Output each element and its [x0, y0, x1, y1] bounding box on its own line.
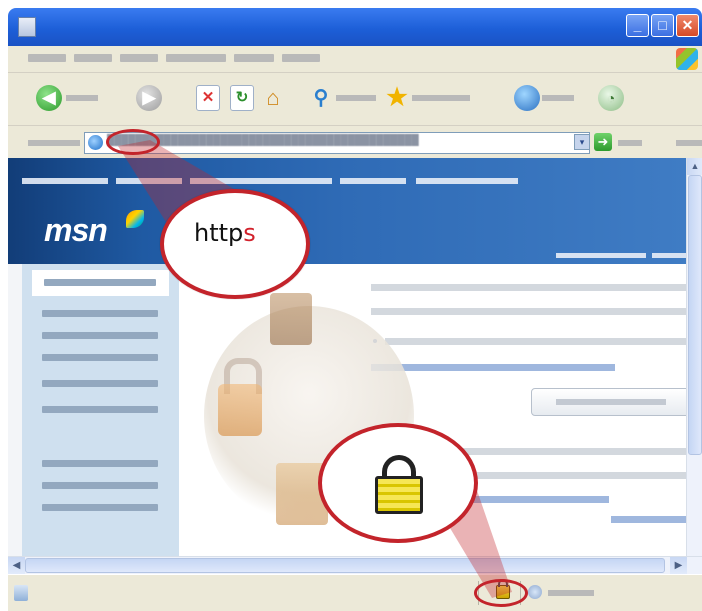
- browser-app-icon: [18, 17, 36, 37]
- top-nav-link[interactable]: [190, 178, 332, 184]
- vertical-scrollbar[interactable]: ▲: [686, 158, 702, 556]
- content-text-line: [385, 338, 686, 345]
- menu-bar: [8, 46, 702, 73]
- status-lock-highlight: [474, 579, 528, 607]
- top-nav-link[interactable]: [22, 178, 108, 184]
- left-nav-selected-item[interactable]: [32, 270, 169, 296]
- https-callout: https: [160, 189, 310, 299]
- scroll-up-icon[interactable]: ▲: [687, 158, 702, 175]
- content-link[interactable]: [611, 516, 686, 523]
- stop-icon[interactable]: ✕: [196, 85, 220, 111]
- horizontal-scroll-thumb[interactable]: [25, 558, 665, 573]
- internet-zone-icon: [528, 585, 542, 599]
- address-https-highlight: [106, 129, 160, 155]
- padlock-icon: [375, 476, 423, 514]
- history-icon[interactable]: ◔: [598, 85, 624, 111]
- msn-logo[interactable]: msn: [44, 212, 108, 249]
- scroll-right-icon[interactable]: ▶: [670, 557, 687, 574]
- https-s-highlight: s: [243, 219, 256, 247]
- left-nav-item[interactable]: [42, 332, 158, 339]
- globe-icon[interactable]: [514, 85, 540, 111]
- header-link[interactable]: [652, 253, 686, 258]
- msn-butterfly-icon: [126, 210, 144, 228]
- page-favicon-icon: [88, 135, 103, 150]
- content-link[interactable]: [371, 364, 615, 371]
- internet-zone-label: [548, 590, 594, 596]
- media-label: [542, 95, 574, 101]
- address-dropdown-button[interactable]: ▾: [574, 134, 590, 150]
- back-arrow-icon[interactable]: ◀: [36, 85, 62, 111]
- left-nav-item[interactable]: [42, 460, 158, 467]
- left-nav-item[interactable]: [42, 504, 158, 511]
- left-nav-label: [44, 279, 156, 286]
- top-nav-link[interactable]: [340, 178, 406, 184]
- menu-item-tools[interactable]: [234, 54, 274, 62]
- menu-item-help[interactable]: [282, 54, 320, 62]
- content-action-button-label: [556, 399, 666, 405]
- home-icon[interactable]: ⌂: [260, 85, 286, 111]
- go-arrow-icon[interactable]: ➜: [594, 133, 612, 151]
- status-bar: [8, 574, 702, 611]
- star-icon[interactable]: ★: [384, 85, 410, 111]
- links-label[interactable]: [676, 140, 702, 146]
- vertical-scroll-thumb[interactable]: [688, 175, 702, 455]
- favorites-label: [412, 95, 470, 101]
- content-text-line: [371, 284, 686, 291]
- left-nav-item[interactable]: [42, 380, 158, 387]
- window-title-bar[interactable]: _ □ ✕: [8, 8, 702, 46]
- shopping-bag-illustration: [270, 293, 312, 345]
- back-label: [66, 95, 98, 101]
- menu-item-edit[interactable]: [74, 54, 112, 62]
- scroll-left-icon[interactable]: ◀: [8, 557, 25, 574]
- search-label: [336, 95, 376, 101]
- left-nav-item[interactable]: [42, 310, 158, 317]
- maximize-button[interactable]: □: [651, 14, 674, 37]
- forward-arrow-icon[interactable]: ▶: [136, 85, 162, 111]
- address-label: [28, 140, 80, 146]
- menu-item-view[interactable]: [120, 54, 158, 62]
- horizontal-scrollbar[interactable]: ◀ ▶: [8, 556, 702, 574]
- refresh-icon[interactable]: ↻: [230, 85, 254, 111]
- menu-item-favorites[interactable]: [166, 54, 226, 62]
- top-nav-link[interactable]: [416, 178, 518, 184]
- toolbar: ◀ ▶ ✕ ↻ ⌂ ⚲ ★ ◔: [8, 73, 702, 126]
- content-action-button[interactable]: [531, 388, 686, 416]
- search-icon[interactable]: ⚲: [308, 85, 334, 111]
- padlock-illustration: [218, 384, 262, 436]
- left-nav-item[interactable]: [42, 482, 158, 489]
- page-status-icon: [14, 585, 28, 601]
- left-nav-item[interactable]: [42, 406, 158, 413]
- left-navigation: [22, 264, 179, 556]
- header-link[interactable]: [556, 253, 646, 258]
- top-nav-link[interactable]: [116, 178, 182, 184]
- content-text-line: [371, 308, 686, 315]
- close-button[interactable]: ✕: [676, 14, 699, 37]
- menu-item-file[interactable]: [28, 54, 66, 62]
- https-callout-text: https: [194, 219, 256, 247]
- left-nav-item[interactable]: [42, 354, 158, 361]
- windows-flag-icon: [676, 48, 698, 70]
- go-label: [618, 140, 642, 146]
- lock-callout: [318, 423, 478, 543]
- minimize-button[interactable]: _: [626, 14, 649, 37]
- https-prefix: http: [194, 219, 244, 247]
- msn-header: msn: [8, 158, 686, 264]
